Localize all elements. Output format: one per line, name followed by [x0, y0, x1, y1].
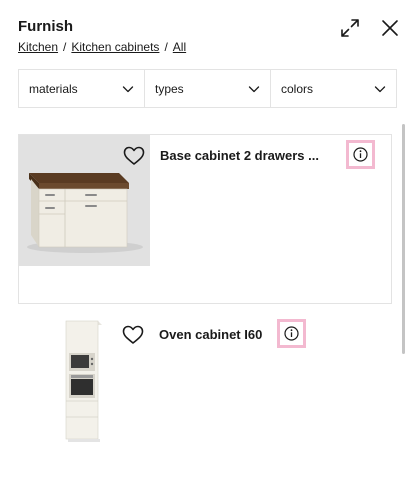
chevron-down-icon: [122, 83, 134, 95]
close-icon: [382, 20, 398, 36]
breadcrumb-kitchen-cabinets[interactable]: Kitchen cabinets: [71, 40, 159, 54]
product-name[interactable]: Base cabinet 2 drawers ...: [160, 148, 319, 163]
colors-filter-dropdown[interactable]: colors: [271, 70, 396, 107]
breadcrumb-separator: /: [63, 40, 67, 54]
materials-filter-dropdown[interactable]: materials: [19, 70, 145, 107]
breadcrumb: Kitchen / Kitchen cabinets / All: [18, 40, 186, 54]
product-card[interactable]: Oven cabinet I60: [18, 315, 392, 486]
product-info-button[interactable]: [346, 140, 375, 169]
breadcrumb-all[interactable]: All: [173, 40, 186, 54]
heart-outline-icon: [123, 146, 145, 165]
favorite-button[interactable]: [122, 325, 144, 345]
expand-arrows-icon: [341, 19, 359, 37]
info-circle-icon: [353, 147, 368, 162]
product-name[interactable]: Oven cabinet I60: [159, 327, 262, 342]
heart-outline-icon: [122, 325, 144, 344]
filter-label: materials: [29, 82, 78, 96]
types-filter-dropdown[interactable]: types: [145, 70, 271, 107]
favorite-button[interactable]: [123, 146, 145, 166]
filter-label: types: [155, 82, 184, 96]
product-card[interactable]: Base cabinet 2 drawers ...: [18, 134, 392, 304]
chevron-down-icon: [374, 83, 386, 95]
filter-label: colors: [281, 82, 314, 96]
breadcrumb-separator: /: [164, 40, 168, 54]
breadcrumb-kitchen[interactable]: Kitchen: [18, 40, 58, 54]
info-circle-icon: [284, 326, 299, 341]
panel-title: Furnish: [18, 18, 73, 35]
chevron-down-icon: [248, 83, 260, 95]
close-button[interactable]: [378, 16, 402, 40]
filter-bar: materials types colors: [18, 69, 397, 108]
panel-header: Furnish Kitchen / Kitchen cabinets / All: [0, 0, 408, 64]
expand-button[interactable]: [338, 16, 362, 40]
product-info-button[interactable]: [277, 319, 306, 348]
product-list: Base cabinet 2 drawers ... Oven cabinet …: [0, 118, 408, 486]
